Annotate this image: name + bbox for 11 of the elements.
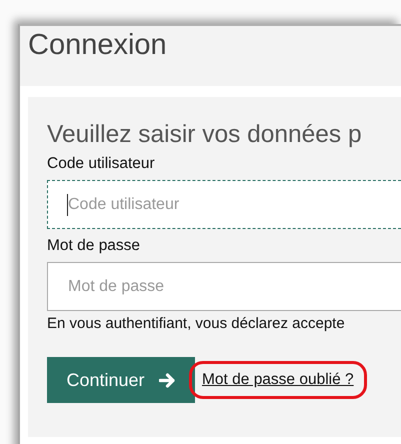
forgot-password-link[interactable]: Mot de passe oublié ? — [202, 371, 354, 388]
continue-button[interactable]: Continuer — [47, 357, 195, 403]
window-title: Connexion — [28, 29, 168, 62]
arrow-right-icon — [158, 372, 176, 388]
field-label: Mot de passe — [47, 237, 142, 255]
notice-text: En vous authentifiant, vous déclarez accepte — [47, 315, 346, 332]
input-field[interactable]: Mot de passe — [47, 262, 401, 311]
text-cursor — [67, 194, 68, 216]
input-field[interactable]: Code utilisateur — [47, 180, 401, 229]
form-heading: Veuillez saisir vos données p — [47, 121, 363, 149]
field-label: Code utilisateur — [47, 155, 156, 173]
